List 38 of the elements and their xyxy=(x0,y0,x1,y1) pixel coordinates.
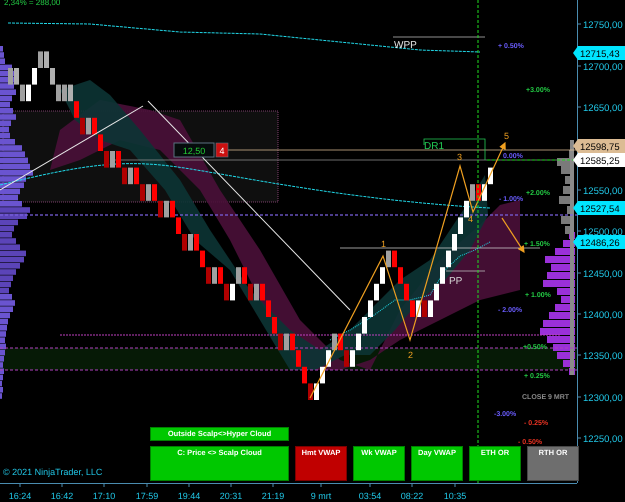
axis-label: 9 mrt xyxy=(310,491,332,501)
axis-label: 12750,00 xyxy=(583,20,623,31)
price-tag: 12598,75 xyxy=(573,139,625,153)
axis-label: 19:44 xyxy=(178,491,200,501)
axis-label: 12650,00 xyxy=(583,103,623,114)
axis-label: 12350,00 xyxy=(583,351,623,362)
axis-label: 16:42 xyxy=(50,491,74,501)
axis-label: 03:54 xyxy=(358,491,382,501)
axis-label: 08:22 xyxy=(400,491,424,501)
axis-label: 12300,00 xyxy=(583,393,623,404)
chart-label: 1 xyxy=(381,239,386,249)
chart-label: PP xyxy=(449,276,462,287)
copyright-text: © 2021 NinjaTrader, LLC xyxy=(3,467,102,477)
axis-label: 10:35 xyxy=(444,491,466,501)
price-tag: 12715,43 xyxy=(573,46,625,60)
axis-label: 17:59 xyxy=(136,491,158,501)
chart-label: 4 xyxy=(468,214,474,224)
chart-label: 5 xyxy=(504,131,510,141)
axis-label: 20:31 xyxy=(220,491,242,501)
order-quantity-label: 12,50 xyxy=(174,142,214,158)
axis-label: 12250,00 xyxy=(583,434,623,445)
order-count-badge: 4 xyxy=(216,142,228,158)
chart-label: WPP xyxy=(394,40,417,51)
axis-label: 12700,00 xyxy=(583,62,623,73)
chart-label: 3 xyxy=(457,152,462,162)
price-tag: 12527,54 xyxy=(573,201,625,215)
axis-label: 12450,00 xyxy=(583,269,623,280)
axis-label: 12550,00 xyxy=(583,186,623,197)
price-tag: 12486,26 xyxy=(573,235,625,249)
wave-arrow xyxy=(502,218,525,253)
price-tag: 12585,25 xyxy=(573,153,625,167)
axis-label: 21:19 xyxy=(262,491,284,501)
axis-label: 17:10 xyxy=(92,491,116,501)
axis-label: 16:24 xyxy=(8,491,32,501)
axis-label: 12500,00 xyxy=(583,227,623,238)
chart-label: DR1 xyxy=(424,141,444,152)
chart-label: 2 xyxy=(408,350,414,360)
axis-label: 12400,00 xyxy=(583,310,623,321)
